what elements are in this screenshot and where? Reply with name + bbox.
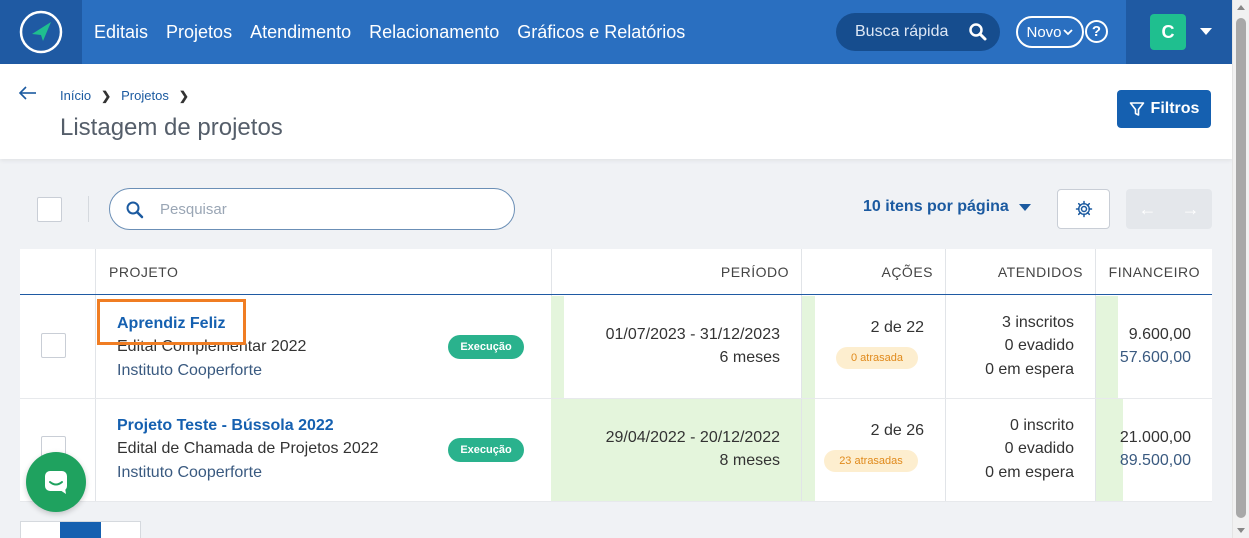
financial-executed: 21.000,00	[1119, 429, 1191, 446]
chevron-down-icon	[1062, 29, 1073, 36]
scrollbar-thumb[interactable]	[1236, 18, 1246, 518]
novo-label: Novo	[1026, 23, 1062, 41]
arrow-left-icon: ←	[1138, 198, 1157, 219]
project-name-link[interactable]: Projeto Teste - Bússola 2022	[117, 417, 334, 435]
header-periodo[interactable]: PERÍODO	[721, 249, 789, 295]
filter-icon	[1129, 102, 1144, 116]
search-field[interactable]	[109, 188, 515, 230]
project-institute: Instituto Cooperforte	[117, 362, 262, 379]
row-checkbox[interactable]	[41, 333, 66, 358]
top-nav-bar: Editais Projetos Atendimento Relacioname…	[0, 0, 1232, 64]
financial-total: 89.500,00	[1119, 452, 1191, 469]
chevron-right-icon: ❯	[178, 88, 189, 103]
vertical-scrollbar[interactable]	[1232, 0, 1249, 538]
items-per-page-dropdown[interactable]: 10 itens por página	[863, 198, 1031, 216]
filters-button[interactable]: Filtros	[1117, 90, 1211, 128]
page-header: Início ❯ Projetos ❯ Listagem de projetos…	[0, 64, 1232, 159]
main-nav: Editais Projetos Atendimento Relacioname…	[94, 0, 703, 64]
bottom-pagination	[20, 521, 141, 538]
filters-label: Filtros	[1150, 100, 1200, 117]
arrow-right-icon: →	[1181, 198, 1200, 219]
help-icon[interactable]: ?	[1085, 20, 1108, 43]
table-header: PROJETO PERÍODO AÇÕES ATENDIDOS FINANCEI…	[20, 249, 1212, 295]
next-page-button[interactable]: →	[1169, 189, 1212, 229]
scroll-up-icon[interactable]	[1237, 5, 1245, 10]
page-button-active[interactable]	[60, 522, 101, 538]
header-projeto[interactable]: PROJETO	[109, 249, 178, 295]
caret-down-icon	[1018, 203, 1031, 211]
waiting-count: 0 em espera	[985, 464, 1074, 481]
quick-search-button[interactable]: Busca rápida	[836, 13, 1000, 51]
novo-dropdown-button[interactable]: Novo	[1016, 16, 1084, 48]
nav-projetos[interactable]: Projetos	[166, 22, 232, 43]
period-range: 01/07/2023 - 31/12/2023	[605, 326, 780, 343]
scroll-down-icon[interactable]	[1237, 528, 1245, 533]
period-range: 29/04/2022 - 20/12/2022	[605, 429, 780, 446]
actions-count: 2 de 26	[870, 422, 924, 439]
projects-table: PROJETO PERÍODO AÇÕES ATENDIDOS FINANCEI…	[20, 249, 1212, 502]
late-actions-badge: 0 atrasada	[836, 347, 918, 369]
search-input[interactable]	[160, 199, 500, 219]
dropout-count: 0 evadido	[1004, 337, 1074, 354]
app-logo[interactable]	[0, 0, 82, 64]
actions-progress	[802, 399, 815, 501]
waiting-count: 0 em espera	[985, 361, 1074, 378]
items-per-page-label: 10 itens por página	[863, 198, 1009, 215]
prev-page-button[interactable]: ←	[1126, 189, 1169, 229]
quick-search-label: Busca rápida	[855, 23, 949, 40]
gear-icon	[1075, 200, 1092, 218]
caret-down-icon	[1200, 28, 1212, 35]
late-actions-badge: 23 atrasadas	[824, 450, 918, 472]
breadcrumb-inicio[interactable]: Início	[60, 88, 91, 103]
financial-executed: 9.600,00	[1128, 326, 1191, 343]
divider	[88, 196, 89, 222]
back-arrow-icon[interactable]	[18, 84, 38, 102]
nav-relacionamento[interactable]: Relacionamento	[369, 22, 499, 43]
enrolled-count: 3 inscritos	[1001, 314, 1074, 331]
chat-button[interactable]	[26, 452, 86, 512]
header-acoes[interactable]: AÇÕES	[881, 249, 933, 295]
table-row[interactable]: Projeto Teste - Bússola 2022 Edital de C…	[20, 399, 1212, 502]
period-length: 6 meses	[719, 349, 780, 366]
pagination-arrows: ← →	[1126, 189, 1212, 229]
chevron-right-icon: ❯	[101, 88, 112, 103]
project-edital: Edital de Chamada de Projetos 2022	[117, 440, 379, 457]
period-length: 8 meses	[719, 452, 780, 469]
header-financeiro[interactable]: FINANCEIRO	[1109, 249, 1200, 295]
search-icon	[969, 23, 987, 41]
actions-progress	[802, 296, 815, 398]
page-title: Listagem de projetos	[60, 114, 283, 141]
financial-total: 57.600,00	[1119, 349, 1191, 366]
dropout-count: 0 evadido	[1004, 440, 1074, 457]
nav-graficos-relatorios[interactable]: Gráficos e Relatórios	[517, 22, 685, 43]
help-label: ?	[1091, 23, 1102, 40]
header-atendidos[interactable]: ATENDIDOS	[998, 249, 1083, 295]
user-menu[interactable]: C	[1126, 0, 1232, 64]
highlight-box	[97, 299, 246, 345]
logo-icon	[19, 10, 63, 54]
actions-count: 2 de 22	[870, 319, 924, 336]
breadcrumb-projetos[interactable]: Projetos	[121, 88, 169, 103]
nav-editais[interactable]: Editais	[94, 22, 148, 43]
search-icon	[126, 201, 144, 219]
nav-atendimento[interactable]: Atendimento	[250, 22, 351, 43]
select-all-checkbox[interactable]	[37, 197, 62, 222]
settings-button[interactable]	[1057, 189, 1110, 229]
status-badge: Execução	[448, 438, 524, 462]
project-institute: Instituto Cooperforte	[117, 464, 262, 481]
financial-progress	[1096, 296, 1118, 398]
avatar: C	[1150, 14, 1186, 50]
status-badge: Execução	[448, 335, 524, 359]
breadcrumb: Início ❯ Projetos ❯	[60, 88, 199, 103]
chat-icon	[45, 471, 67, 494]
enrolled-count: 0 inscrito	[1009, 417, 1074, 434]
